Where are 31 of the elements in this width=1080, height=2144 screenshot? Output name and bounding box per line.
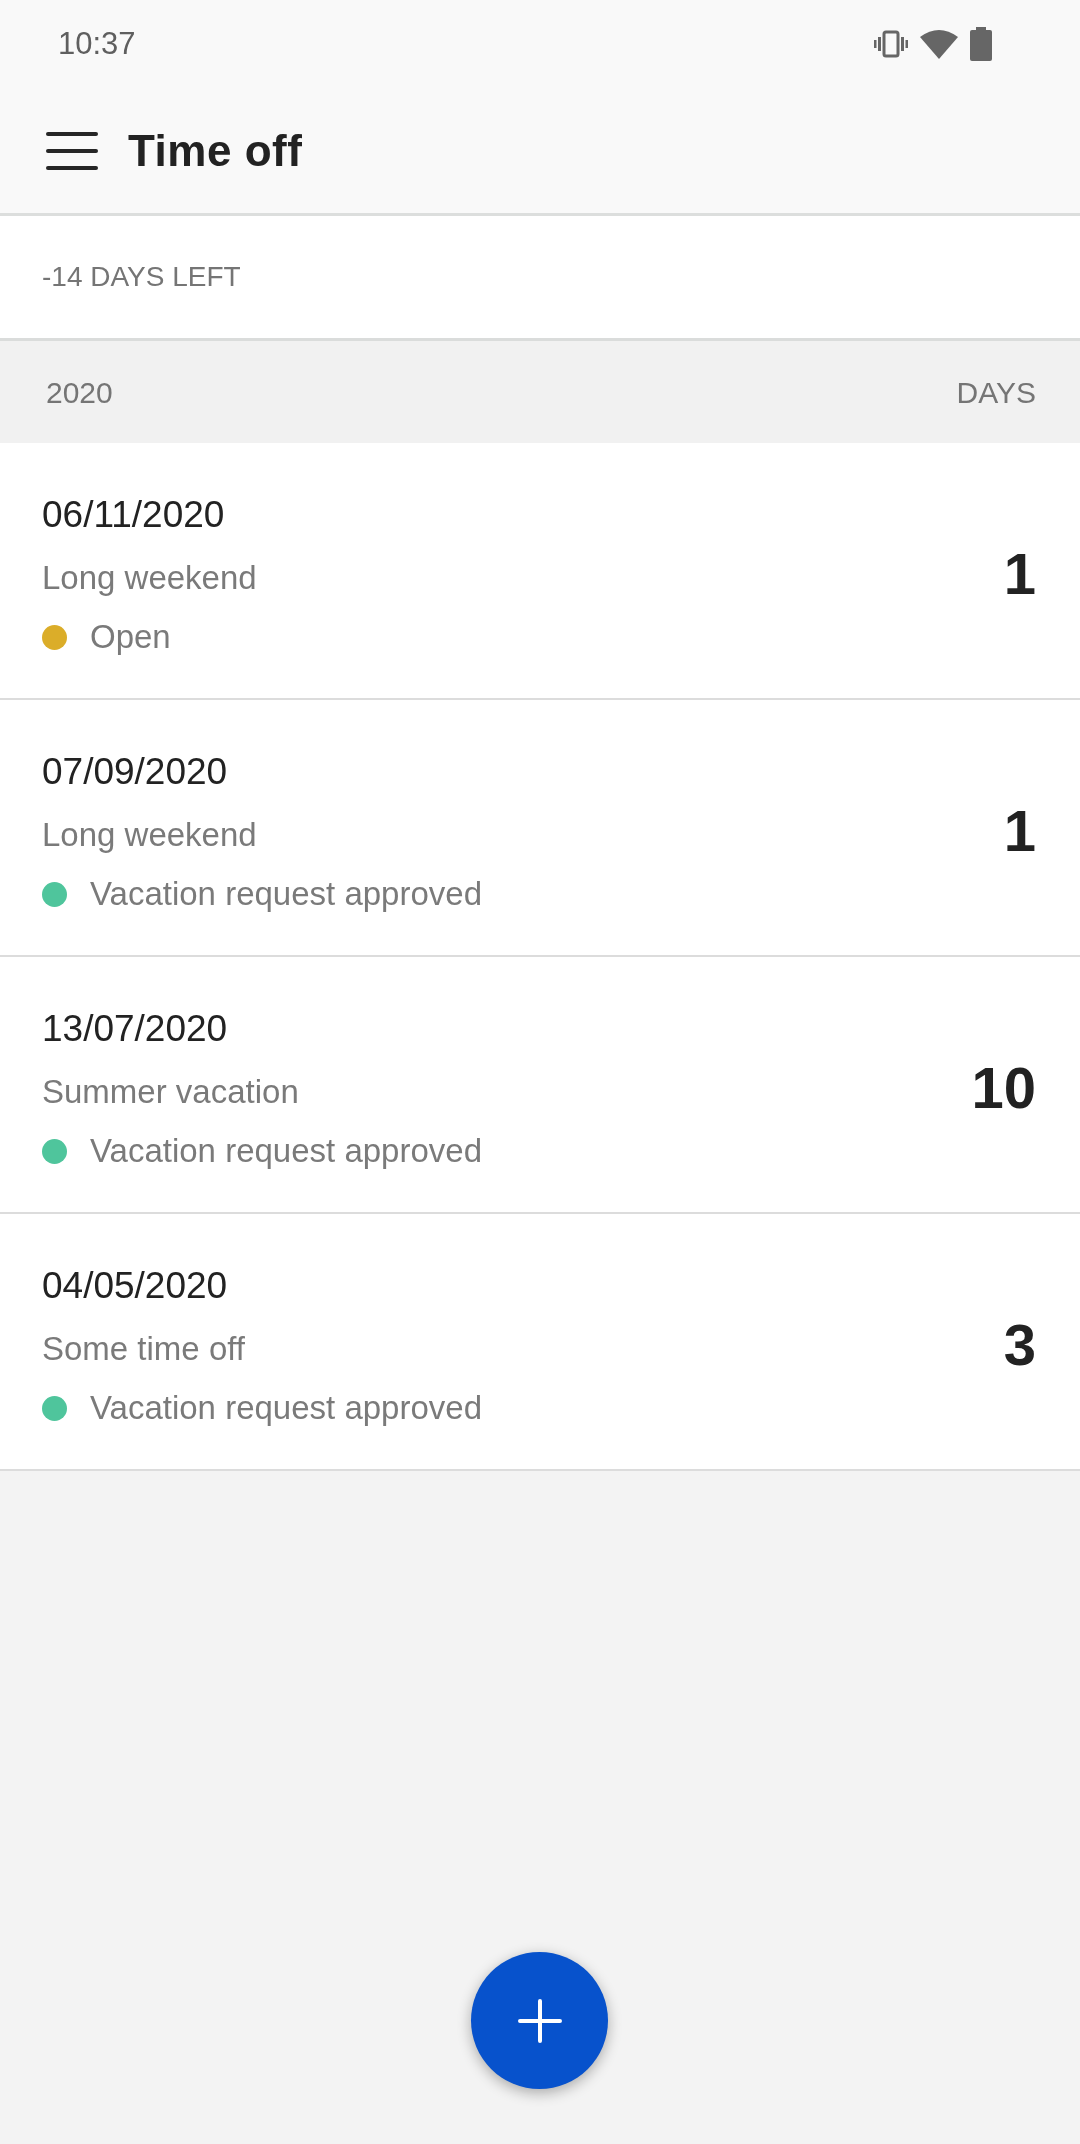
request-date: 06/11/2020 [42,493,226,538]
battery-icon [970,27,992,61]
vibrate-icon [874,30,908,58]
request-date: 07/09/2020 [42,750,229,795]
days-left-text: -14 DAYS LEFT [42,260,241,294]
request-row[interactable]: 04/05/2020 Some time off Vacation request approved 3 [0,1214,1080,1471]
request-title: Long weekend [42,815,258,856]
days-count: 1 [1003,539,1036,608]
request-date: 04/05/2020 [42,1264,229,1309]
request-date: 13/07/2020 [42,1007,229,1052]
wifi-icon [920,29,958,59]
request-row[interactable]: 13/07/2020 Summer vacation Vacation request approved 10 [0,957,1080,1214]
days-count: 10 [971,1053,1036,1122]
days-count: 1 [1003,796,1036,865]
days-column-label: DAYS [956,374,1036,411]
menu-icon[interactable] [46,131,98,170]
request-status: Vacation request approved [90,1388,482,1429]
days-count: 3 [1003,1310,1036,1379]
request-status: Vacation request approved [90,874,482,915]
request-title: Summer vacation [42,1072,300,1113]
request-title: Some time off [42,1329,246,1370]
request-row[interactable]: 07/09/2020 Long weekend Vacation request approved 1 [0,700,1080,957]
status-time: 10:37 [58,24,136,63]
request-row[interactable]: 06/11/2020 Long weekend Open 1 [0,443,1080,700]
year-label: 2020 [46,374,113,411]
request-title: Long weekend [42,558,257,599]
app-title: Time off [128,124,303,177]
request-status: Open [90,617,171,658]
plus-icon [517,1998,562,2043]
add-button[interactable] [471,1952,608,2089]
request-status: Vacation request approved [90,1131,482,1172]
